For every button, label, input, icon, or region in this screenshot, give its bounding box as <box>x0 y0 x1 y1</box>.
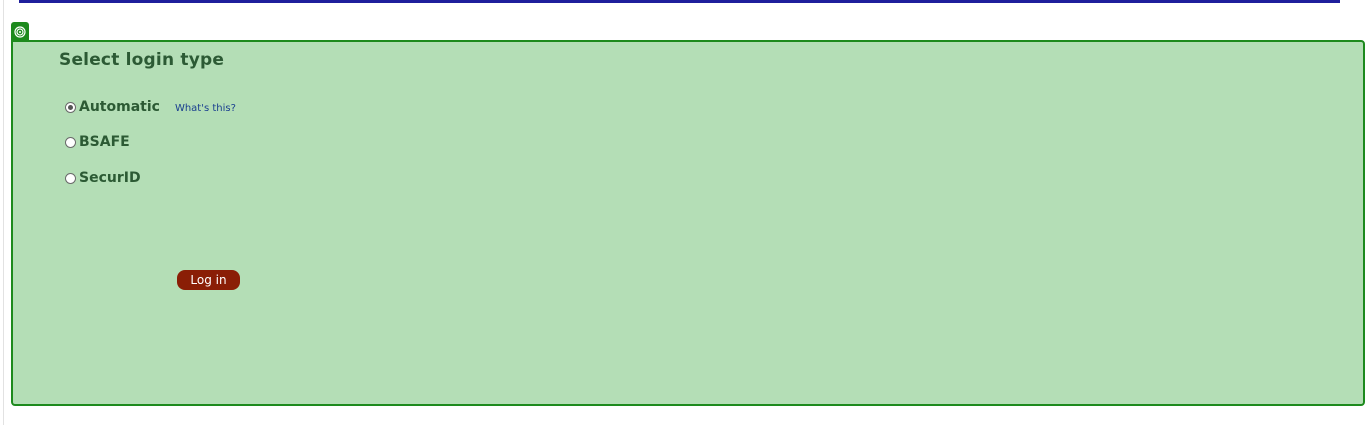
login-type-page: Select login type Automatic What's this?… <box>0 0 1366 425</box>
option-securid-label: SecurID <box>79 170 141 186</box>
login-button[interactable]: Log in <box>177 270 240 290</box>
login-type-panel: Select login type Automatic What's this?… <box>11 40 1365 406</box>
bsafe-radio[interactable] <box>65 136 76 148</box>
option-automatic-label: Automatic <box>79 99 160 115</box>
page-left-border <box>3 0 4 425</box>
option-bsafe[interactable]: BSAFE <box>65 134 130 150</box>
option-bsafe-label: BSAFE <box>79 134 130 150</box>
automatic-radio[interactable] <box>65 101 76 113</box>
option-securid[interactable]: SecurID <box>65 170 141 186</box>
target-icon <box>14 25 26 38</box>
securid-radio[interactable] <box>65 172 76 184</box>
panel-title: Select login type <box>59 50 225 70</box>
whats-this-link[interactable]: What's this? <box>175 103 236 114</box>
radio-selected-dot <box>68 104 73 110</box>
panel-corner-tab <box>11 22 29 41</box>
option-automatic[interactable]: Automatic What's this? <box>65 99 236 115</box>
top-divider <box>19 0 1340 3</box>
